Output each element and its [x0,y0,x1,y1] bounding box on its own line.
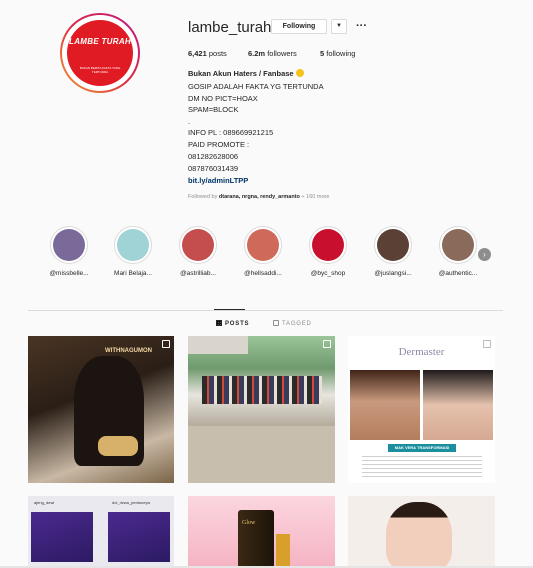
post-before-photo [350,370,420,440]
grid-icon [216,320,222,326]
tab-posts-label: POSTS [225,321,250,327]
bio-line: PAID PROMOTE : [188,140,250,149]
post-username: ajeng_dewi [34,500,55,505]
post-thumbnail[interactable]: WITHNAGUMON [28,336,174,483]
highlight-ring [179,226,217,264]
post-fine-print [362,456,482,480]
post-product [276,534,290,568]
highlight-label: @authentic... [438,270,478,277]
carousel-icon [162,340,170,348]
followers-count-label: followers [267,49,297,58]
followed-by-names: dtarana, nrgna, rendy_armanto [218,194,300,200]
post-thumbnail[interactable]: Dermaster MAK VERA TRANSFORMASI [348,336,495,483]
highlight-label: @missbelle... [49,270,89,277]
highlight-label: @juslangsi... [374,270,412,277]
followed-by-more: + 160 more [301,194,330,200]
following-count-value: 5 [320,49,325,58]
highlight-label: @hellsaddi... [244,270,282,277]
followers-count-value: 6.2m [248,49,266,58]
highlight-cover [377,229,409,261]
tabs-divider [28,310,503,311]
followed-by[interactable]: Followed by dtarana, nrgna, rendy_armant… [188,194,329,200]
post-thumbnail[interactable] [348,496,495,568]
followers-count[interactable]: 6.2m followers [248,49,297,58]
post-product-text: Glow [242,520,256,526]
highlight-cover [442,229,474,261]
post-overlay-text: WITHNAGUMON [105,348,152,354]
carousel-icon [323,340,331,348]
bio-name: Bukan Akun Haters / Fanbase [188,69,294,78]
bio-line: INFO PL : 089669921215 [188,128,274,137]
bio-link[interactable]: bit.ly/adminLTPP [188,176,248,186]
post-detail [98,436,138,456]
posts-count-label: posts [208,49,227,58]
bio-line: DM NO PICT=HOAX [188,94,258,103]
story-highlight[interactable]: @juslangsi... [368,226,418,277]
bio-line: GOSIP ADALAH FAKTA YG TERTUNDA [188,82,324,91]
story-highlight[interactable]: @missbelle... [44,226,94,277]
highlight-label: @byc_shop [310,270,346,277]
post-thumbnail[interactable]: ajeng_dewi dol_rizwa_pentuneya [28,496,174,568]
more-options-icon[interactable]: ··· [356,20,367,32]
bio-line: 081282628006 [188,152,239,161]
story-highlight[interactable]: @hellsaddi... [238,226,288,277]
post-thumbnail[interactable]: Glow [188,496,335,568]
avatar-frame: LAMBE TURAH BUKAN BERITA FAKTA YANG TERT… [62,15,138,91]
bio-line: 087876031439 [188,164,239,173]
logo-subtitle: BUKAN BERITA FAKTA YANG TERTUNDA [79,66,121,74]
posts-count-value: 6,421 [188,49,207,58]
post-username: dol_rizwa_pentuneya [112,500,150,505]
chevron-down-icon[interactable]: ▼ [331,19,347,34]
highlight-ring [309,226,347,264]
bio-name-row: Bukan Akun Haters / Fanbase [188,69,304,79]
highlight-label: @astrilliab... [180,270,216,277]
tab-posts[interactable]: POSTS [216,320,249,327]
post-screenshot [108,512,170,562]
post-after-photo [423,370,493,440]
story-highlight[interactable]: @byc_shop [303,226,353,277]
post-brand: Dermaster [398,346,445,358]
profile-avatar[interactable]: LAMBE TURAH BUKAN BERITA FAKTA YANG TERT… [60,13,140,93]
highlight-cover [117,229,149,261]
post-product [238,510,274,568]
highlight-cover [312,229,344,261]
highlight-ring [50,226,88,264]
post-crowd [202,376,322,404]
post-portrait [386,502,452,568]
logo-title: LAMBE TURAH [69,37,131,46]
profile-username: lambe_turah [188,19,272,36]
following-button[interactable]: Following [271,19,327,34]
highlight-ring [114,226,152,264]
post-building [188,336,248,354]
story-highlight[interactable]: @authentic... [433,226,483,277]
highlight-cover [53,229,85,261]
story-highlight[interactable]: Mari Belaja... [108,226,158,277]
tag-icon [273,320,279,326]
story-highlight[interactable]: @astrilliab... [173,226,223,277]
smiley-emoji-icon [295,69,304,77]
following-count-label: following [326,49,356,58]
tab-tagged[interactable]: TAGGED [273,320,312,327]
post-screenshot [31,512,93,562]
following-count[interactable]: 5 following [320,49,355,58]
carousel-icon [483,340,491,348]
post-ground [188,426,335,483]
followed-by-prefix: Followed by [188,194,218,200]
highlight-ring [439,226,477,264]
posts-count: 6,421 posts [188,49,227,58]
highlight-label: Mari Belaja... [114,270,152,277]
post-thumbnail[interactable] [188,336,335,483]
tab-tagged-label: TAGGED [282,321,312,327]
post-banner: MAK VERA TRANSFORMASI [388,444,456,452]
active-tab-indicator [214,309,245,310]
highlight-cover [182,229,214,261]
lambe-turah-logo: LAMBE TURAH BUKAN BERITA FAKTA YANG TERT… [67,20,133,86]
bio-line: . [188,117,191,126]
chevron-right-icon[interactable]: › [478,248,491,261]
highlight-cover [247,229,279,261]
bio-line: SPAM=BLOCK [188,105,239,114]
highlight-ring [374,226,412,264]
highlight-ring [244,226,282,264]
